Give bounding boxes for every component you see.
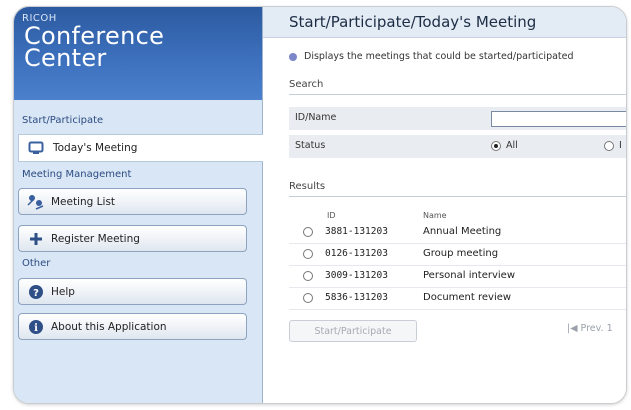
meeting-name: Document review: [423, 292, 512, 303]
search-divider: [289, 94, 626, 95]
meeting-id: 5836-131203: [325, 292, 388, 303]
status-label: Status: [295, 140, 326, 151]
sidebar: RICOH Conference Center Start/Participat…: [14, 7, 263, 403]
meeting-name: Annual Meeting: [423, 226, 502, 237]
brand-title: Conference Center: [24, 24, 164, 72]
help-button[interactable]: ? Help: [18, 278, 247, 305]
section-other: Other: [22, 258, 51, 269]
table-row[interactable]: 3881-131203 Annual Meeting: [289, 222, 626, 244]
meeting-list-label: Meeting List: [51, 195, 116, 208]
status-all-radio[interactable]: [491, 140, 501, 151]
meeting-list-button[interactable]: Meeting List: [18, 188, 247, 215]
page-title: Start/Participate/Today's Meeting: [289, 13, 537, 31]
svg-text:i: i: [34, 323, 38, 334]
table-row[interactable]: 3009-131203 Personal interview: [289, 266, 626, 288]
row-select-radio[interactable]: [303, 271, 313, 281]
search-section-label: Search: [289, 79, 324, 90]
section-meeting-management: Meeting Management: [22, 169, 132, 180]
app-window: RICOH Conference Center Start/Participat…: [13, 6, 627, 404]
brand-banner: RICOH Conference Center: [14, 7, 262, 100]
status-other-label: I: [619, 140, 622, 151]
people-icon: [27, 193, 45, 211]
search-row-status: Status All I: [289, 135, 626, 158]
status-all-option[interactable]: All: [491, 140, 518, 151]
results-divider: [289, 196, 626, 197]
info-message: Displays the meetings that could be star…: [289, 51, 574, 62]
id-name-input[interactable]: [491, 111, 626, 127]
meeting-id: 3881-131203: [325, 226, 388, 237]
info-icon: i: [27, 318, 45, 336]
about-button[interactable]: i About this Application: [18, 313, 247, 340]
start-participate-button[interactable]: Start/Participate: [289, 320, 417, 342]
section-start-participate: Start/Participate: [22, 115, 104, 126]
row-select-radio[interactable]: [303, 227, 313, 237]
results-table-header: ID Name: [289, 209, 626, 222]
row-select-radio[interactable]: [303, 249, 313, 259]
brand-title-line2: Center: [24, 44, 107, 72]
table-row[interactable]: 0126-131203 Group meeting: [289, 244, 626, 266]
table-row[interactable]: 5836-131203 Document review: [289, 288, 626, 310]
row-select-radio[interactable]: [303, 293, 313, 303]
plus-icon: [27, 230, 45, 248]
meeting-id: 0126-131203: [325, 248, 388, 259]
meeting-name: Group meeting: [423, 248, 499, 259]
info-text: Displays the meetings that could be star…: [304, 51, 574, 62]
help-label: Help: [51, 285, 75, 298]
main-panel: Start/Participate/Today's Meeting Displa…: [263, 7, 626, 403]
svg-text:?: ?: [33, 288, 39, 299]
about-label: About this Application: [51, 320, 167, 333]
register-meeting-label: Register Meeting: [51, 232, 140, 245]
monitor-icon: [27, 139, 45, 157]
column-header-name: Name: [423, 211, 447, 220]
sidebar-item-label: Today's Meeting: [53, 142, 138, 154]
info-dot-icon: [289, 52, 297, 61]
status-other-option[interactable]: I: [604, 140, 622, 151]
search-row-id-name: ID/Name: [289, 107, 626, 130]
first-page-icon[interactable]: |◀: [567, 323, 578, 334]
results-section-label: Results: [289, 181, 326, 192]
pagination[interactable]: |◀ Prev. 1: [567, 323, 613, 334]
meeting-name: Personal interview: [423, 270, 516, 281]
main-header: Start/Participate/Today's Meeting: [263, 7, 626, 38]
sidebar-item-todays-meeting[interactable]: Today's Meeting: [18, 134, 263, 162]
status-all-label: All: [506, 140, 518, 151]
prev-page-label: Prev. 1: [580, 323, 613, 334]
help-icon: ?: [27, 283, 45, 301]
register-meeting-button[interactable]: Register Meeting: [18, 225, 247, 252]
status-other-radio[interactable]: [604, 140, 614, 151]
meeting-id: 3009-131203: [325, 270, 388, 281]
id-name-label: ID/Name: [295, 112, 337, 123]
column-header-id: ID: [327, 211, 336, 220]
